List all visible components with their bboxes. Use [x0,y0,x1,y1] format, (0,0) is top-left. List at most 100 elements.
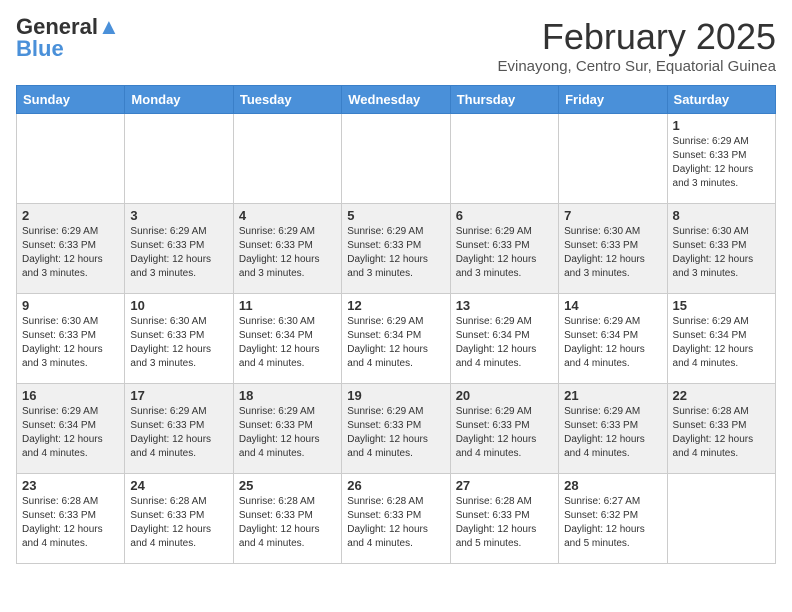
day-number: 23 [22,478,119,493]
calendar-cell: 23Sunrise: 6:28 AM Sunset: 6:33 PM Dayli… [17,474,125,564]
day-info: Sunrise: 6:29 AM Sunset: 6:34 PM Dayligh… [673,315,770,371]
calendar-cell: 14 Sunrise: 6:29 AM Sunset: 6:34 PM Dayli… [559,294,667,384]
day-number: 10 [130,298,227,313]
day-number: 4 [239,208,336,223]
day-number: 20 [456,388,553,403]
calendar-cell [342,114,450,204]
weekday-header-row: SundayMondayTuesdayWednesdayThursdayFrid… [17,86,776,114]
day-info: Sunrise: 6:29 AM Sunset: 6:34 PM Dayligh… [347,315,444,371]
day-info: Sunrise: 6:29 AM Sunset: 6:34 PM Dayligh… [22,405,119,461]
month-title: February 2025 [497,16,776,58]
day-number: 2 [22,208,119,223]
calendar-cell: 2Sunrise: 6:29 AM Sunset: 6:33 PM Daylig… [17,204,125,294]
calendar-cell: 24Sunrise: 6:28 AM Sunset: 6:33 PM Dayli… [125,474,233,564]
calendar-cell [667,474,775,564]
calendar-table: SundayMondayTuesdayWednesdayThursdayFrid… [16,85,776,564]
day-info: Sunrise: 6:29 AM Sunset: 6:34 PM Dayligh… [564,315,661,371]
day-number: 22 [673,388,770,403]
calendar-cell: 12 Sunrise: 6:29 AM Sunset: 6:34 PM Dayli… [342,294,450,384]
day-info: Sunrise: 6:28 AM Sunset: 6:33 PM Dayligh… [673,405,770,461]
calendar-cell: 20 Sunrise: 6:29 AM Sunset: 6:33 PM Dayli… [450,384,558,474]
day-info: Sunrise: 6:28 AM Sunset: 6:33 PM Dayligh… [130,495,227,551]
calendar-cell [450,114,558,204]
calendar-cell [559,114,667,204]
calendar-cell: 25 Sunrise: 6:28 AM Sunset: 6:33 PM Dayli… [233,474,341,564]
day-info: Sunrise: 6:29 AM Sunset: 6:33 PM Dayligh… [456,405,553,461]
day-info: Sunrise: 6:29 AM Sunset: 6:33 PM Dayligh… [130,225,227,281]
calendar-week-row: 23 Sunrise: 6:28 AM Sunset: 6:33 PM Dayli… [17,474,776,564]
calendar-cell [233,114,341,204]
location-title: Evinayong, Centro Sur, Equatorial Guinea [497,58,776,75]
day-number: 11 [239,298,336,313]
day-number: 28 [564,478,661,493]
calendar-week-row: 9 Sunrise: 6:30 AM Sunset: 6:33 PM Daylig… [17,294,776,384]
day-number: 14 [564,298,661,313]
day-info: Sunrise: 6:29 AM Sunset: 6:33 PM Dayligh… [130,405,227,461]
day-info: Sunrise: 6:30 AM Sunset: 6:33 PM Dayligh… [130,315,227,371]
day-info: Sunrise: 6:28 AM Sunset: 6:33 PM Dayligh… [456,495,553,551]
calendar-cell: 3Sunrise: 6:29 AM Sunset: 6:33 PM Daylig… [125,204,233,294]
calendar-cell: 28 Sunrise: 6:27 AM Sunset: 6:32 PM Dayli… [559,474,667,564]
day-number: 27 [456,478,553,493]
calendar-cell [125,114,233,204]
day-number: 16 [22,388,119,403]
logo-text-general: General▲ [16,16,120,38]
weekday-header-sunday: Sunday [17,86,125,114]
day-number: 8 [673,208,770,223]
calendar-cell: 26 Sunrise: 6:28 AM Sunset: 6:33 PM Dayli… [342,474,450,564]
day-info: Sunrise: 6:29 AM Sunset: 6:33 PM Dayligh… [347,405,444,461]
day-number: 25 [239,478,336,493]
day-info: Sunrise: 6:29 AM Sunset: 6:33 PM Dayligh… [239,405,336,461]
weekday-header-thursday: Thursday [450,86,558,114]
calendar-cell: 27 Sunrise: 6:28 AM Sunset: 6:33 PM Dayli… [450,474,558,564]
day-number: 19 [347,388,444,403]
day-info: Sunrise: 6:27 AM Sunset: 6:32 PM Dayligh… [564,495,661,551]
weekday-header-monday: Monday [125,86,233,114]
calendar-cell: 5 Sunrise: 6:29 AM Sunset: 6:33 PM Daylig… [342,204,450,294]
calendar-cell: 13 Sunrise: 6:29 AM Sunset: 6:34 PM Dayli… [450,294,558,384]
weekday-header-wednesday: Wednesday [342,86,450,114]
weekday-header-saturday: Saturday [667,86,775,114]
day-info: Sunrise: 6:30 AM Sunset: 6:34 PM Dayligh… [239,315,336,371]
calendar-title-area: February 2025 Evinayong, Centro Sur, Equ… [497,16,776,75]
day-info: Sunrise: 6:30 AM Sunset: 6:33 PM Dayligh… [564,225,661,281]
day-info: Sunrise: 6:30 AM Sunset: 6:33 PM Dayligh… [22,315,119,371]
calendar-cell: 9 Sunrise: 6:30 AM Sunset: 6:33 PM Daylig… [17,294,125,384]
day-info: Sunrise: 6:29 AM Sunset: 6:33 PM Dayligh… [564,405,661,461]
day-info: Sunrise: 6:29 AM Sunset: 6:33 PM Dayligh… [456,225,553,281]
day-number: 21 [564,388,661,403]
day-number: 26 [347,478,444,493]
calendar-cell: 7 Sunrise: 6:30 AM Sunset: 6:33 PM Daylig… [559,204,667,294]
calendar-cell [17,114,125,204]
calendar-cell: 1 Sunrise: 6:29 AM Sunset: 6:33 PM Daylig… [667,114,775,204]
day-number: 1 [673,118,770,133]
logo-text-blue: Blue [16,38,64,60]
calendar-cell: 21 Sunrise: 6:29 AM Sunset: 6:33 PM Dayli… [559,384,667,474]
day-info: Sunrise: 6:29 AM Sunset: 6:34 PM Dayligh… [456,315,553,371]
day-number: 7 [564,208,661,223]
calendar-cell: 10 Sunrise: 6:30 AM Sunset: 6:33 PM Dayli… [125,294,233,384]
day-number: 5 [347,208,444,223]
day-info: Sunrise: 6:30 AM Sunset: 6:33 PM Dayligh… [673,225,770,281]
day-number: 12 [347,298,444,313]
calendar-cell: 17 Sunrise: 6:29 AM Sunset: 6:33 PM Dayli… [125,384,233,474]
day-info: Sunrise: 6:29 AM Sunset: 6:33 PM Dayligh… [347,225,444,281]
calendar-cell: 16 Sunrise: 6:29 AM Sunset: 6:34 PM Dayli… [17,384,125,474]
calendar-cell: 19 Sunrise: 6:29 AM Sunset: 6:33 PM Dayli… [342,384,450,474]
calendar-cell: 18 Sunrise: 6:29 AM Sunset: 6:33 PM Dayli… [233,384,341,474]
day-info: Sunrise: 6:29 AM Sunset: 6:33 PM Dayligh… [673,135,770,191]
logo: General▲ Blue [16,16,120,60]
day-info: Sunrise: 6:28 AM Sunset: 6:33 PM Dayligh… [347,495,444,551]
day-number: 9 [22,298,119,313]
calendar-week-row: 1 Sunrise: 6:29 AM Sunset: 6:33 PM Daylig… [17,114,776,204]
day-number: 15 [673,298,770,313]
calendar-cell: 8 Sunrise: 6:30 AM Sunset: 6:33 PM Daylig… [667,204,775,294]
weekday-header-friday: Friday [559,86,667,114]
day-info: Sunrise: 6:28 AM Sunset: 6:33 PM Dayligh… [239,495,336,551]
day-number: 13 [456,298,553,313]
day-info: Sunrise: 6:29 AM Sunset: 6:33 PM Dayligh… [239,225,336,281]
day-number: 17 [130,388,227,403]
calendar-week-row: 16 Sunrise: 6:29 AM Sunset: 6:34 PM Dayli… [17,384,776,474]
day-number: 18 [239,388,336,403]
page-header: General▲ Blue February 2025 Evinayong, C… [16,16,776,75]
